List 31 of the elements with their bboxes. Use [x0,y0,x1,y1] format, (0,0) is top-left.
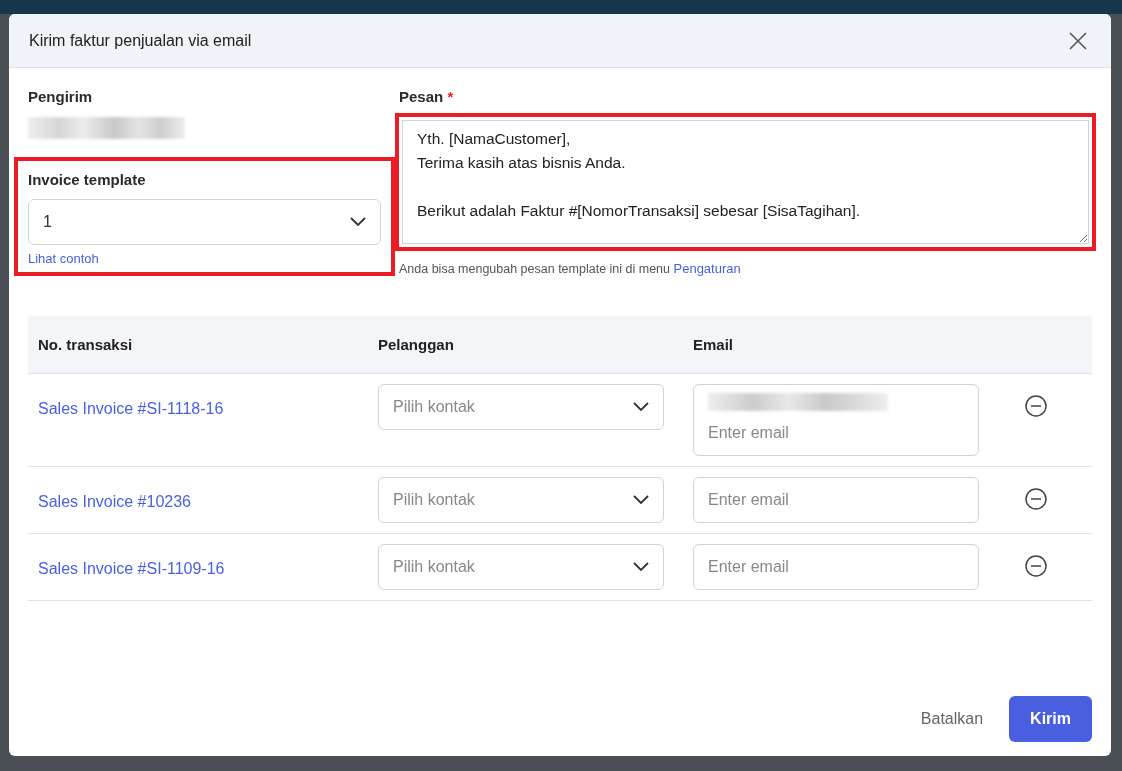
remove-button[interactable] [1025,488,1047,511]
email-field[interactable]: Enter email [693,544,979,591]
contact-select[interactable]: Pilih kontak [378,384,664,431]
contact-select[interactable]: Pilih kontak [378,477,664,524]
remove-button[interactable] [1025,555,1047,578]
template-select[interactable]: 1 [28,199,381,245]
send-button[interactable]: Kirim [1009,696,1092,742]
hint-text: Anda bisa mengubah pesan template ini di menu [399,261,670,276]
field-label: Pesan [399,88,444,105]
remove-button[interactable] [1025,395,1047,418]
email-field[interactable]: Enter email [693,384,979,457]
message-field[interactable]: Yth. [NamaCustomer], Terima kasih atas bisnis Anda. Berikut adalah Faktur #[NomorTransaksi] sebesar [SisaTagihan]. [402,119,1089,244]
cancel-button[interactable]: Batalkan [914,706,990,732]
chevron-down-icon [350,217,366,227]
chevron-down-icon [633,562,649,573]
column-header: Pelanggan [378,335,454,353]
column-header: No. transaksi [38,335,133,353]
field-label: Invoice template [28,169,147,190]
dialog-title: Kirim faktur penjualan via email [29,30,252,51]
transaction-link[interactable]: Sales Invoice #SI-1109-16 [38,560,225,578]
field-label: Pengirim [28,87,94,107]
email-field[interactable]: Enter email [693,477,979,524]
chevron-down-icon [633,402,649,413]
required-mark: * [447,88,454,105]
transaction-link[interactable]: Sales Invoice #SI-1118-16 [38,400,224,418]
column-header: Email [693,335,734,353]
contact-select[interactable]: Pilih kontak [378,544,664,591]
settings-link[interactable]: Pengaturan [673,260,741,276]
transaction-link[interactable]: Sales Invoice #10236 [38,493,191,511]
example-link[interactable]: Lihat contoh [28,249,99,269]
chevron-down-icon [633,495,649,506]
